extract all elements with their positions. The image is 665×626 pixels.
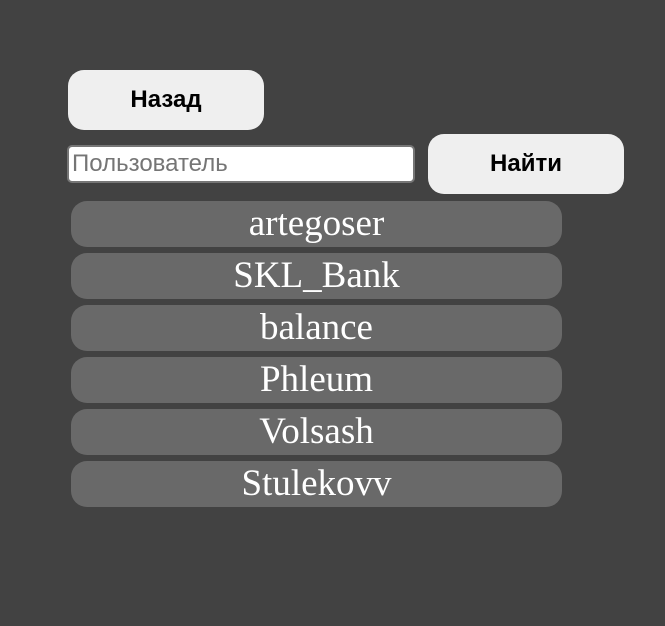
user-list-item[interactable]: Phleum	[71, 357, 562, 403]
username-search-input[interactable]	[67, 145, 415, 183]
user-list-item[interactable]: Stulekovv	[71, 461, 562, 507]
back-button[interactable]: Назад	[68, 70, 264, 130]
user-list-item[interactable]: Volsash	[71, 409, 562, 455]
user-list-item[interactable]: SKL_Bank	[71, 253, 562, 299]
user-list-item[interactable]: artegoser	[71, 201, 562, 247]
user-list-item[interactable]: balance	[71, 305, 562, 351]
find-button[interactable]: Найти	[428, 134, 624, 194]
user-list: artegoser SKL_Bank balance Phleum Volsas…	[71, 201, 562, 513]
